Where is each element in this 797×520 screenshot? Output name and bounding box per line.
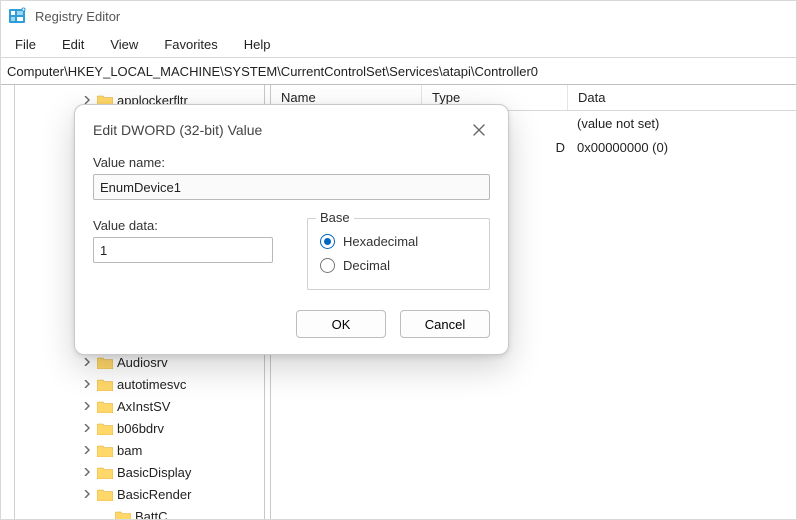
menu-edit[interactable]: Edit <box>52 34 94 55</box>
menu-view[interactable]: View <box>100 34 148 55</box>
address-bar[interactable]: Computer\HKEY_LOCAL_MACHINE\SYSTEM\Curre… <box>1 57 796 85</box>
tree-item-bam[interactable]: bam <box>15 439 264 461</box>
app-title: Registry Editor <box>35 9 120 24</box>
menu-favorites[interactable]: Favorites <box>154 34 227 55</box>
chevron-right-icon[interactable] <box>81 356 93 368</box>
radio-label: Decimal <box>343 258 390 273</box>
cell-data: 0x00000000 (0) <box>567 140 796 155</box>
dialog-title: Edit DWORD (32-bit) Value <box>93 122 262 138</box>
tree-item-basicrender[interactable]: BasicRender <box>15 483 264 505</box>
chevron-right-icon[interactable] <box>81 444 93 456</box>
base-legend: Base <box>316 210 354 225</box>
folder-icon <box>97 356 113 369</box>
menu-file[interactable]: File <box>5 34 46 55</box>
tree-item-label: AxInstSV <box>117 399 170 414</box>
tree-item-label: BasicDisplay <box>117 465 191 480</box>
radio-label: Hexadecimal <box>343 234 418 249</box>
folder-icon <box>97 378 113 391</box>
value-data-input[interactable] <box>93 237 273 263</box>
folder-icon <box>115 510 131 520</box>
cell-data: (value not set) <box>567 116 796 131</box>
address-text: Computer\HKEY_LOCAL_MACHINE\SYSTEM\Curre… <box>7 64 538 79</box>
menubar: File Edit View Favorites Help <box>1 31 796 57</box>
tree-item-battc[interactable]: BattC <box>15 505 264 519</box>
menu-help[interactable]: Help <box>234 34 281 55</box>
chevron-right-icon[interactable] <box>81 378 93 390</box>
tree-item-label: BasicRender <box>117 487 191 502</box>
value-name-input[interactable] <box>93 174 490 200</box>
chevron-right-icon[interactable] <box>81 466 93 478</box>
radio-icon <box>320 234 335 249</box>
radio-decimal[interactable]: Decimal <box>320 253 477 277</box>
tree-item-label: autotimesvc <box>117 377 186 392</box>
chevron-right-icon[interactable] <box>81 400 93 412</box>
tree-item-basicdisplay[interactable]: BasicDisplay <box>15 461 264 483</box>
left-gutter <box>1 85 15 519</box>
chevron-right-icon[interactable] <box>81 488 93 500</box>
folder-icon <box>97 444 113 457</box>
chevron-right-icon[interactable] <box>81 422 93 434</box>
tree-item-label: b06bdrv <box>117 421 164 436</box>
close-icon[interactable] <box>468 119 490 141</box>
edit-dword-dialog: Edit DWORD (32-bit) Value Value name: Va… <box>74 104 509 355</box>
value-data-label: Value data: <box>93 218 273 233</box>
cancel-button[interactable]: Cancel <box>400 310 490 338</box>
tree-item-axinstsv[interactable]: AxInstSV <box>15 395 264 417</box>
tree-item-autotimesvc[interactable]: autotimesvc <box>15 373 264 395</box>
radio-icon <box>320 258 335 273</box>
radio-hexadecimal[interactable]: Hexadecimal <box>320 229 477 253</box>
tree-item-label: bam <box>117 443 142 458</box>
folder-icon <box>97 488 113 501</box>
col-data[interactable]: Data <box>567 85 796 110</box>
tree-item-label: BattC <box>135 509 168 520</box>
folder-icon <box>97 400 113 413</box>
tree-item-label: Audiosrv <box>117 355 168 370</box>
ok-button[interactable]: OK <box>296 310 386 338</box>
registry-editor-window: Registry Editor File Edit View Favorites… <box>0 0 797 520</box>
app-icon <box>9 7 27 25</box>
value-name-label: Value name: <box>93 155 490 170</box>
titlebar: Registry Editor <box>1 1 796 31</box>
folder-icon <box>97 422 113 435</box>
tree-item-b06bdrv[interactable]: b06bdrv <box>15 417 264 439</box>
base-fieldset: Base Hexadecimal Decimal <box>307 218 490 290</box>
folder-icon <box>97 466 113 479</box>
